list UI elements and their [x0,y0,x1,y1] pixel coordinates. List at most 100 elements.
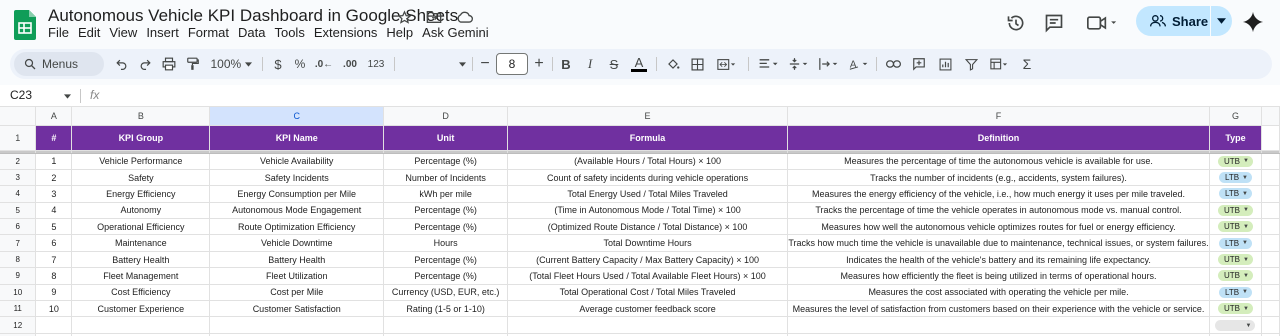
kpi-name-cell[interactable]: Fleet Utilization [209,267,385,285]
type-cell[interactable]: UTB ▼ [1209,202,1262,220]
menus-search[interactable]: Menus [14,52,104,76]
type-dropdown-chip[interactable]: LTB ▼ [1218,286,1252,298]
version-history-icon[interactable] [1004,11,1028,35]
type-dropdown-chip[interactable]: UTB ▼ [1218,254,1253,266]
undo-icon[interactable] [110,49,132,79]
decrease-font-size-icon[interactable]: − [476,49,494,79]
font-size-input[interactable]: 8 [496,53,528,75]
merge-cells-icon[interactable] [710,49,742,79]
definition-cell[interactable]: Measures how efficiently the fleet is be… [787,267,1210,285]
fill-color-icon[interactable] [662,49,684,79]
header-cell[interactable]: Unit [383,125,509,151]
row-number[interactable]: 12 [0,316,37,334]
menu-ask-gemini[interactable]: Ask Gemini [422,25,493,40]
column-header-b[interactable]: B [71,107,211,126]
definition-cell[interactable]: Measures the level of satisfaction from … [787,300,1210,318]
bold-icon[interactable]: B [556,49,576,79]
empty-cell[interactable] [209,316,385,334]
share-dropdown-icon[interactable] [1211,18,1232,24]
star-icon[interactable] [394,7,414,27]
row-number[interactable]: 3 [0,169,37,187]
comments-icon[interactable] [1042,11,1066,35]
definition-cell[interactable]: Tracks how much time the vehicle is unav… [787,234,1210,252]
share-button[interactable]: Share [1136,6,1232,36]
formula-cell[interactable]: (Time in Autonomous Mode / Total Time) ×… [507,202,789,220]
type-dropdown-chip[interactable]: ▼ [1215,320,1256,332]
column-header-g[interactable]: G [1209,107,1262,126]
kpi-name-cell[interactable]: Safety Incidents [209,169,385,187]
formula-cell[interactable]: (Available Hours / Total Hours) × 100 [507,153,789,170]
definition-cell[interactable]: Measures the percentage of time the auto… [787,153,1210,170]
kpi-group-cell[interactable]: Fleet Management [71,267,211,285]
formula-cell[interactable]: (Total Fleet Hours Used / Total Availabl… [507,267,789,285]
menu-file[interactable]: File [48,25,74,40]
kpi-group-cell[interactable]: Maintenance [71,234,211,252]
type-dropdown-chip[interactable]: UTB ▼ [1218,204,1253,216]
horizontal-align-icon[interactable] [754,49,782,79]
formula-cell[interactable]: Total Operational Cost / Total Miles Tra… [507,284,789,302]
strikethrough-icon[interactable]: S [604,49,624,79]
type-cell[interactable]: UTB ▼ [1209,251,1262,269]
row-number[interactable]: 10 [0,284,37,302]
header-cell[interactable]: Definition [787,125,1210,151]
type-cell[interactable]: UTB ▼ [1209,300,1262,318]
unit-cell[interactable]: Percentage (%) [383,267,509,285]
row-number[interactable]: 9 [0,267,37,285]
vertical-align-icon[interactable] [784,49,812,79]
formula-cell[interactable]: Total Energy Used / Total Miles Traveled [507,185,789,203]
kpi-name-cell[interactable]: Route Optimization Efficiency [209,218,385,236]
format-percent-button[interactable]: % [290,49,310,79]
row-number[interactable]: 2 [0,153,37,170]
type-dropdown-chip[interactable]: UTB ▼ [1218,303,1253,315]
header-cell[interactable]: Type [1209,125,1262,151]
column-header-e[interactable]: E [507,107,789,126]
type-cell[interactable]: UTB ▼ [1209,218,1262,236]
kpi-group-cell[interactable]: Customer Experience [71,300,211,318]
header-cell[interactable]: KPI Group [71,125,211,151]
insert-chart-icon[interactable] [934,49,956,79]
unit-cell[interactable]: Percentage (%) [383,251,509,269]
menu-tools[interactable]: Tools [274,25,309,40]
text-color-icon[interactable]: A [628,49,650,79]
empty-cell[interactable] [787,316,1210,334]
row-number[interactable]: 7 [0,234,37,252]
row-number[interactable]: 11 [0,300,37,318]
header-cell[interactable]: Formula [507,125,789,151]
text-rotation-icon[interactable]: A [844,49,872,79]
italic-icon[interactable]: I [580,49,600,79]
kpi-group-cell[interactable]: Energy Efficiency [71,185,211,203]
menu-data[interactable]: Data [238,25,270,40]
formula-cell[interactable]: Average customer feedback score [507,300,789,318]
row-number[interactable]: 6 [0,218,37,236]
formula-cell[interactable]: (Optimized Route Distance / Total Distan… [507,218,789,236]
empty-cell[interactable] [71,316,211,334]
menu-format[interactable]: Format [188,25,234,40]
formula-cell[interactable]: Count of safety incidents during vehicle… [507,169,789,187]
type-cell[interactable]: LTB ▼ [1209,169,1262,187]
definition-cell[interactable]: Indicates the health of the vehicle's ba… [787,251,1210,269]
text-wrapping-icon[interactable] [814,49,842,79]
definition-cell[interactable]: Measures the energy efficiency of the ve… [787,185,1210,203]
kpi-name-cell[interactable]: Vehicle Availability [209,153,385,170]
column-header-c[interactable]: C [209,107,385,126]
menu-edit[interactable]: Edit [78,25,105,40]
unit-cell[interactable]: Percentage (%) [383,153,509,170]
type-dropdown-chip[interactable]: UTB ▼ [1218,155,1253,167]
type-cell[interactable]: LTB ▼ [1209,185,1262,203]
empty-cell[interactable] [383,316,509,334]
unit-cell[interactable]: Currency (USD, EUR, etc.) [383,284,509,302]
unit-cell[interactable]: Percentage (%) [383,202,509,220]
kpi-number-cell[interactable]: 8 [35,267,73,285]
unit-cell[interactable]: Hours [383,234,509,252]
menu-view[interactable]: View [109,25,142,40]
type-dropdown-chip[interactable]: LTB ▼ [1218,237,1252,249]
kpi-number-cell[interactable]: 1 [35,153,73,170]
insert-link-icon[interactable] [882,49,904,79]
unit-cell[interactable]: Percentage (%) [383,218,509,236]
meet-video-icon[interactable] [1082,11,1122,35]
row-number[interactable]: 5 [0,202,37,220]
spreadsheet-grid[interactable]: A B C D E F G 1 # KPI Group KPI Name Uni… [0,107,1280,336]
filter-icon[interactable] [960,49,982,79]
empty-cell[interactable] [507,316,789,334]
formula-cell[interactable]: (Current Battery Capacity / Max Battery … [507,251,789,269]
